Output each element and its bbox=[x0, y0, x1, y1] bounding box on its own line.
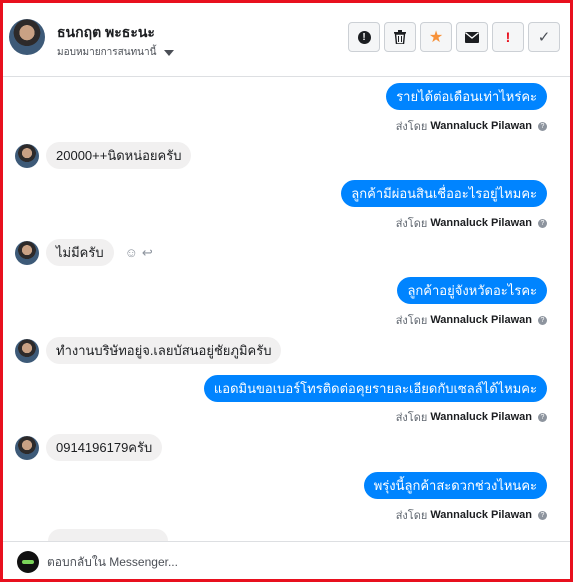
contact-avatar-small[interactable] bbox=[15, 240, 39, 265]
sent-by-agent: Wannaluck Pilawan bbox=[430, 411, 532, 423]
incoming-message[interactable]: 20000++นิดหน่อยครับ bbox=[46, 142, 192, 169]
info-icon[interactable]: ? bbox=[538, 121, 547, 131]
star-button[interactable]: ★ bbox=[420, 22, 452, 52]
incoming-message[interactable]: ไม่มีครับ bbox=[46, 239, 114, 266]
message-hover-actions: ☺ ↩ bbox=[125, 245, 153, 261]
incoming-message[interactable]: ทำงานบริษัทอยู่จ.เลยบัสนอยู่ชัยภูมิครับ bbox=[46, 337, 282, 364]
chevron-down-icon bbox=[164, 49, 175, 56]
assign-conversation-dropdown[interactable]: มอบหมายการสนทนานี้ bbox=[57, 45, 175, 60]
contact-avatar-small[interactable] bbox=[15, 143, 39, 168]
check-icon: ✓ bbox=[537, 29, 551, 46]
contact-avatar-small[interactable] bbox=[15, 338, 39, 363]
mark-done-button[interactable]: ✓ bbox=[528, 22, 560, 52]
outgoing-message[interactable]: แอดมินขอเบอร์โทรติดต่อคุยรายละเอียดกับเซ… bbox=[203, 375, 547, 402]
sent-by-agent: Wannaluck Pilawan bbox=[430, 120, 532, 132]
sent-by-label: ส่งโดย Wannaluck Pilawan ? bbox=[396, 408, 547, 426]
outgoing-message[interactable]: พรุ่งนี้ลูกค้าสะดวกช่วงไหนคะ bbox=[363, 472, 547, 499]
incoming-message[interactable]: 0914196179ครับ bbox=[46, 434, 163, 461]
alert-circle-icon: ! bbox=[357, 30, 371, 44]
outgoing-message[interactable]: ลูกค้าอยู่จังหวัดอะไรคะ bbox=[397, 277, 547, 304]
outgoing-message[interactable]: ลูกค้ามีผ่อนสินเชื่ออะไรอยู่ไหมคะ bbox=[341, 180, 547, 207]
incoming-message-row: ทำงานบริษัทอยู่จ.เลยบัสนอยู่ชัยภูมิครับ bbox=[15, 337, 282, 364]
sent-by-prefix: ส่งโดย bbox=[395, 218, 428, 230]
conversation-panel: ธนกฤต พะธะนะ มอบหมายการสนทนานี้ ! ★ ! ✓ … bbox=[0, 0, 573, 582]
reply-input[interactable] bbox=[47, 552, 447, 572]
sent-by-label: ส่งโดย Wannaluck Pilawan ? bbox=[396, 506, 547, 524]
info-icon[interactable]: ? bbox=[538, 510, 547, 520]
sent-by-label: ส่งโดย Wannaluck Pilawan ? bbox=[396, 214, 547, 232]
info-icon[interactable]: ? bbox=[538, 412, 547, 422]
incoming-message-row: 20000++นิดหน่อยครับ bbox=[15, 142, 192, 169]
contact-name[interactable]: ธนกฤต พะธะนะ bbox=[57, 22, 155, 44]
sent-by-prefix: ส่งโดย bbox=[395, 510, 428, 522]
info-icon[interactable]: ? bbox=[538, 315, 547, 325]
incoming-message-row: 0914196179ครับ bbox=[15, 434, 163, 461]
mark-spam-button[interactable]: ! bbox=[348, 22, 380, 52]
exclamation-icon: ! bbox=[505, 29, 511, 45]
sent-by-agent: Wannaluck Pilawan bbox=[430, 217, 532, 229]
outgoing-message[interactable]: รายได้ต่อเดือนเท่าไหร่คะ bbox=[386, 83, 547, 110]
delete-button[interactable] bbox=[384, 22, 416, 52]
incoming-message-row: ไม่มีครับ ☺ ↩ bbox=[15, 239, 153, 266]
contact-avatar-small[interactable] bbox=[15, 435, 39, 460]
contact-avatar[interactable] bbox=[9, 19, 45, 55]
sent-by-prefix: ส่งโดย bbox=[395, 315, 428, 327]
mark-important-button[interactable]: ! bbox=[492, 22, 524, 52]
incoming-message-partial bbox=[48, 529, 168, 541]
header-actions: ! ★ ! ✓ bbox=[348, 22, 560, 52]
page-avatar bbox=[17, 551, 39, 573]
sent-by-agent: Wannaluck Pilawan bbox=[430, 509, 532, 521]
smile-icon[interactable]: ☺ bbox=[125, 245, 138, 261]
info-icon[interactable]: ? bbox=[538, 218, 547, 228]
conversation-header: ธนกฤต พะธะนะ มอบหมายการสนทนานี้ ! ★ ! ✓ bbox=[3, 3, 570, 77]
reply-composer bbox=[3, 541, 570, 579]
sent-by-prefix: ส่งโดย bbox=[395, 412, 428, 424]
sent-by-label: ส่งโดย Wannaluck Pilawan ? bbox=[396, 311, 547, 329]
sent-by-prefix: ส่งโดย bbox=[395, 121, 428, 133]
sent-by-label: ส่งโดย Wannaluck Pilawan ? bbox=[396, 117, 547, 135]
reply-icon[interactable]: ↩ bbox=[142, 245, 153, 261]
assign-label: มอบหมายการสนทนานี้ bbox=[57, 47, 157, 58]
envelope-icon bbox=[465, 31, 479, 43]
star-icon: ★ bbox=[428, 29, 444, 46]
trash-icon bbox=[394, 30, 406, 44]
sent-by-agent: Wannaluck Pilawan bbox=[430, 314, 532, 326]
mark-unread-button[interactable] bbox=[456, 22, 488, 52]
